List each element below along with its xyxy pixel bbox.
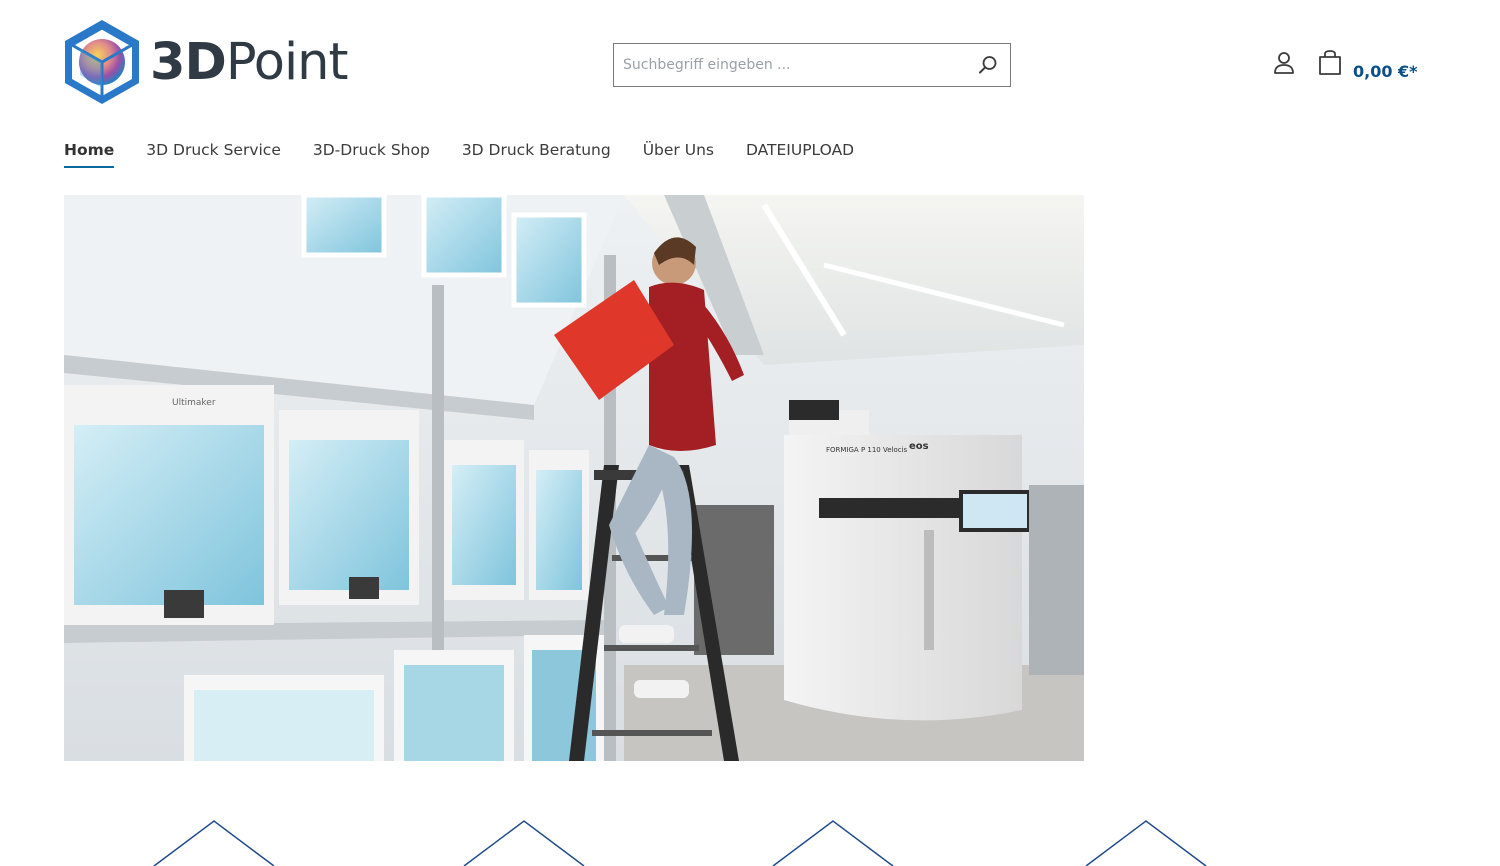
printer-brand: Ultimaker bbox=[172, 398, 216, 408]
shopping-bag-icon bbox=[1319, 50, 1341, 75]
search-button[interactable] bbox=[966, 44, 1010, 86]
feature-icon-4 bbox=[1085, 820, 1207, 866]
machine-brand: eos bbox=[909, 441, 929, 452]
cart-button[interactable]: 0,00 €* bbox=[1317, 49, 1418, 81]
feature-icon-3 bbox=[772, 820, 894, 866]
feature-icon-1 bbox=[153, 820, 275, 866]
main-navigation: Home 3D Druck Service 3D-Druck Shop 3D D… bbox=[64, 138, 886, 170]
search-box bbox=[613, 43, 1011, 87]
logo-text-bold: 3D bbox=[150, 32, 227, 92]
search-icon bbox=[979, 56, 997, 74]
logo-text-light: Point bbox=[225, 32, 349, 92]
cube-logo-icon bbox=[65, 20, 139, 104]
hero-image: FORMIGA P 110 Velocis eos Ultimaker bbox=[64, 195, 1084, 761]
nav-item-ueber-uns[interactable]: Über Uns bbox=[643, 138, 714, 166]
machine-label: FORMIGA P 110 Velocis bbox=[826, 446, 908, 454]
page: 3DPoint 0,00 €* Home 3D Druck Service 3D… bbox=[0, 0, 1500, 866]
cart-total: 0,00 €* bbox=[1353, 62, 1418, 81]
nav-item-3d-druck-beratung[interactable]: 3D Druck Beratung bbox=[462, 138, 611, 166]
nav-item-3d-druck-shop[interactable]: 3D-Druck Shop bbox=[313, 138, 430, 166]
logo-wordmark: 3DPoint bbox=[150, 37, 348, 88]
logo[interactable]: 3DPoint bbox=[63, 18, 348, 106]
nav-item-3d-druck-service[interactable]: 3D Druck Service bbox=[146, 138, 281, 166]
search-input[interactable] bbox=[614, 44, 966, 86]
nav-item-home[interactable]: Home bbox=[64, 138, 115, 168]
user-icon[interactable] bbox=[1271, 50, 1297, 76]
nav-item-dateiupload[interactable]: DATEIUPLOAD bbox=[746, 138, 854, 166]
feature-icon-2 bbox=[463, 820, 585, 866]
